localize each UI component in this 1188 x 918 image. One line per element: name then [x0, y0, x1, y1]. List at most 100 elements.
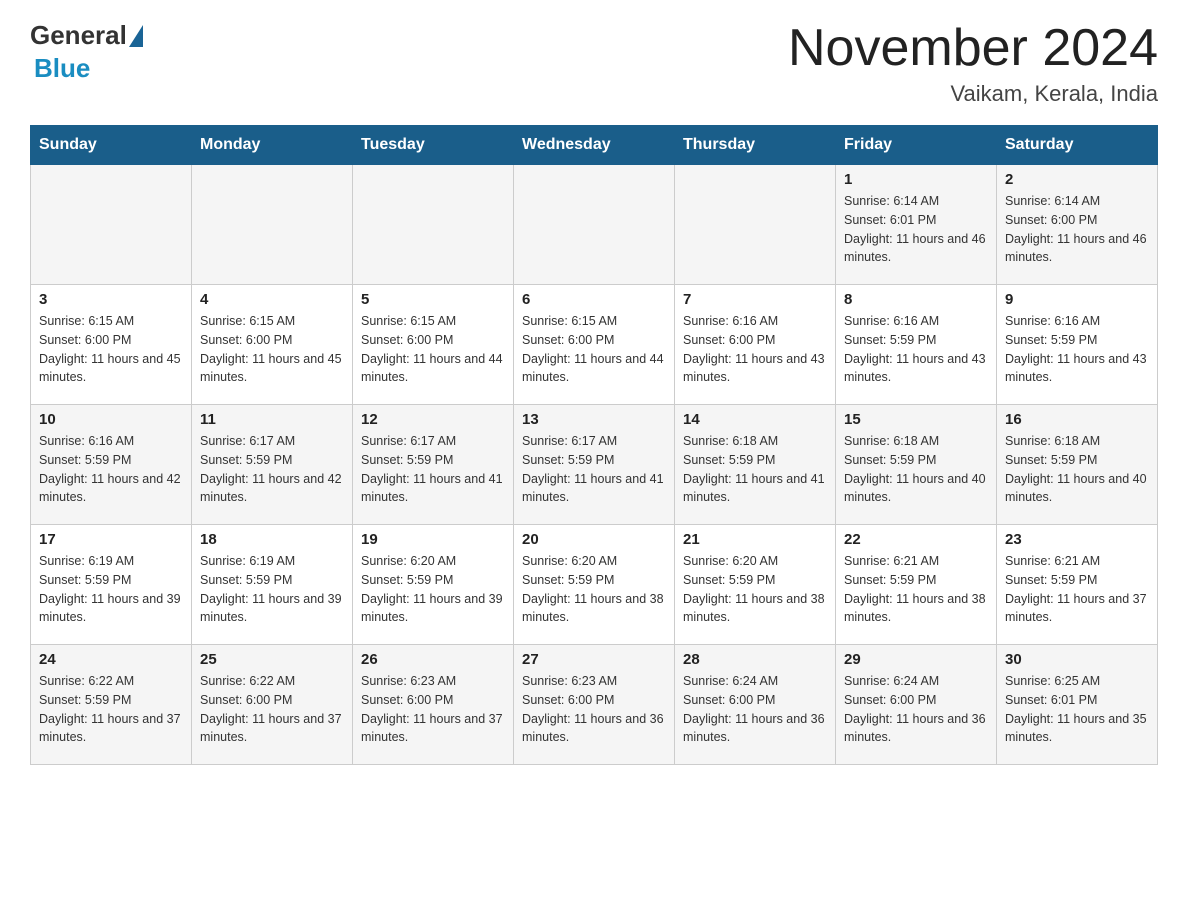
logo-general-text: General: [30, 20, 127, 51]
day-sun-info: Sunrise: 6:17 AMSunset: 5:59 PMDaylight:…: [200, 432, 344, 507]
day-number: 14: [683, 411, 827, 428]
day-sun-info: Sunrise: 6:17 AMSunset: 5:59 PMDaylight:…: [522, 432, 666, 507]
day-sun-info: Sunrise: 6:18 AMSunset: 5:59 PMDaylight:…: [683, 432, 827, 507]
calendar-week-row: 17Sunrise: 6:19 AMSunset: 5:59 PMDayligh…: [31, 525, 1158, 645]
day-number: 22: [844, 531, 988, 548]
day-sun-info: Sunrise: 6:22 AMSunset: 5:59 PMDaylight:…: [39, 672, 183, 747]
day-number: 10: [39, 411, 183, 428]
calendar-header-row: SundayMondayTuesdayWednesdayThursdayFrid…: [31, 126, 1158, 165]
day-number: 12: [361, 411, 505, 428]
day-sun-info: Sunrise: 6:16 AMSunset: 5:59 PMDaylight:…: [844, 312, 988, 387]
day-number: 24: [39, 651, 183, 668]
day-sun-info: Sunrise: 6:20 AMSunset: 5:59 PMDaylight:…: [683, 552, 827, 627]
calendar-day-cell: 21 Sunrise: 6:20 AMSunset: 5:59 PMDayligh…: [675, 525, 836, 645]
day-number: 8: [844, 291, 988, 308]
calendar-day-cell: [675, 165, 836, 285]
day-of-week-header: Thursday: [675, 126, 836, 165]
calendar-day-cell: 12 Sunrise: 6:17 AMSunset: 5:59 PMDayligh…: [353, 405, 514, 525]
calendar-day-cell: 6 Sunrise: 6:15 AMSunset: 6:00 PMDaylight…: [514, 285, 675, 405]
calendar-day-cell: 9 Sunrise: 6:16 AMSunset: 5:59 PMDaylight…: [997, 285, 1158, 405]
day-number: 25: [200, 651, 344, 668]
calendar-day-cell: 10Sunrise: 6:16 AMSunset: 5:59 PMDayligh…: [31, 405, 192, 525]
day-sun-info: Sunrise: 6:18 AMSunset: 5:59 PMDaylight:…: [844, 432, 988, 507]
day-number: 17: [39, 531, 183, 548]
calendar-day-cell: 27 Sunrise: 6:23 AMSunset: 6:00 PMDayligh…: [514, 645, 675, 765]
calendar-day-cell: 13 Sunrise: 6:17 AMSunset: 5:59 PMDayligh…: [514, 405, 675, 525]
day-number: 5: [361, 291, 505, 308]
day-sun-info: Sunrise: 6:14 AMSunset: 6:01 PMDaylight:…: [844, 192, 988, 267]
day-of-week-header: Wednesday: [514, 126, 675, 165]
calendar-day-cell: 4 Sunrise: 6:15 AMSunset: 6:00 PMDaylight…: [192, 285, 353, 405]
day-number: 28: [683, 651, 827, 668]
day-number: 2: [1005, 171, 1149, 188]
day-number: 29: [844, 651, 988, 668]
day-number: 13: [522, 411, 666, 428]
calendar-day-cell: 1 Sunrise: 6:14 AMSunset: 6:01 PMDaylight…: [836, 165, 997, 285]
calendar-day-cell: 19Sunrise: 6:20 AMSunset: 5:59 PMDayligh…: [353, 525, 514, 645]
day-number: 11: [200, 411, 344, 428]
day-of-week-header: Saturday: [997, 126, 1158, 165]
page-header: General Blue November 2024 Vaikam, Keral…: [30, 20, 1158, 107]
day-sun-info: Sunrise: 6:21 AMSunset: 5:59 PMDaylight:…: [844, 552, 988, 627]
calendar-day-cell: 11 Sunrise: 6:17 AMSunset: 5:59 PMDayligh…: [192, 405, 353, 525]
calendar-day-cell: 8 Sunrise: 6:16 AMSunset: 5:59 PMDaylight…: [836, 285, 997, 405]
day-number: 26: [361, 651, 505, 668]
day-of-week-header: Friday: [836, 126, 997, 165]
day-sun-info: Sunrise: 6:23 AMSunset: 6:00 PMDaylight:…: [361, 672, 505, 747]
day-number: 15: [844, 411, 988, 428]
calendar-day-cell: 2Sunrise: 6:14 AMSunset: 6:00 PMDaylight…: [997, 165, 1158, 285]
day-of-week-header: Monday: [192, 126, 353, 165]
calendar-day-cell: [514, 165, 675, 285]
calendar-day-cell: 7 Sunrise: 6:16 AMSunset: 6:00 PMDaylight…: [675, 285, 836, 405]
day-sun-info: Sunrise: 6:23 AMSunset: 6:00 PMDaylight:…: [522, 672, 666, 747]
calendar-title: November 2024: [788, 20, 1158, 77]
day-number: 20: [522, 531, 666, 548]
calendar-day-cell: 22 Sunrise: 6:21 AMSunset: 5:59 PMDayligh…: [836, 525, 997, 645]
day-number: 23: [1005, 531, 1149, 548]
day-number: 6: [522, 291, 666, 308]
title-area: November 2024 Vaikam, Kerala, India: [788, 20, 1158, 107]
calendar-day-cell: 17Sunrise: 6:19 AMSunset: 5:59 PMDayligh…: [31, 525, 192, 645]
day-number: 27: [522, 651, 666, 668]
calendar-day-cell: 18Sunrise: 6:19 AMSunset: 5:59 PMDayligh…: [192, 525, 353, 645]
day-number: 7: [683, 291, 827, 308]
day-sun-info: Sunrise: 6:24 AMSunset: 6:00 PMDaylight:…: [844, 672, 988, 747]
calendar-day-cell: 20 Sunrise: 6:20 AMSunset: 5:59 PMDayligh…: [514, 525, 675, 645]
day-number: 1: [844, 171, 988, 188]
day-sun-info: Sunrise: 6:15 AMSunset: 6:00 PMDaylight:…: [200, 312, 344, 387]
day-sun-info: Sunrise: 6:16 AMSunset: 6:00 PMDaylight:…: [683, 312, 827, 387]
calendar-day-cell: 3 Sunrise: 6:15 AMSunset: 6:00 PMDaylight…: [31, 285, 192, 405]
day-number: 16: [1005, 411, 1149, 428]
day-sun-info: Sunrise: 6:20 AMSunset: 5:59 PMDaylight:…: [361, 552, 505, 627]
day-of-week-header: Sunday: [31, 126, 192, 165]
calendar-day-cell: 23Sunrise: 6:21 AMSunset: 5:59 PMDayligh…: [997, 525, 1158, 645]
day-number: 21: [683, 531, 827, 548]
day-sun-info: Sunrise: 6:16 AMSunset: 5:59 PMDaylight:…: [1005, 312, 1149, 387]
logo-triangle-icon: [129, 25, 143, 47]
calendar-day-cell: 14 Sunrise: 6:18 AMSunset: 5:59 PMDayligh…: [675, 405, 836, 525]
day-sun-info: Sunrise: 6:17 AMSunset: 5:59 PMDaylight:…: [361, 432, 505, 507]
calendar-day-cell: 25 Sunrise: 6:22 AMSunset: 6:00 PMDayligh…: [192, 645, 353, 765]
day-sun-info: Sunrise: 6:20 AMSunset: 5:59 PMDaylight:…: [522, 552, 666, 627]
calendar-day-cell: 30Sunrise: 6:25 AMSunset: 6:01 PMDayligh…: [997, 645, 1158, 765]
calendar-day-cell: 26 Sunrise: 6:23 AMSunset: 6:00 PMDayligh…: [353, 645, 514, 765]
day-sun-info: Sunrise: 6:18 AMSunset: 5:59 PMDaylight:…: [1005, 432, 1149, 507]
day-sun-info: Sunrise: 6:24 AMSunset: 6:00 PMDaylight:…: [683, 672, 827, 747]
day-of-week-header: Tuesday: [353, 126, 514, 165]
calendar-day-cell: 28 Sunrise: 6:24 AMSunset: 6:00 PMDayligh…: [675, 645, 836, 765]
calendar-day-cell: 16 Sunrise: 6:18 AMSunset: 5:59 PMDayligh…: [997, 405, 1158, 525]
calendar-day-cell: 5 Sunrise: 6:15 AMSunset: 6:00 PMDaylight…: [353, 285, 514, 405]
day-sun-info: Sunrise: 6:15 AMSunset: 6:00 PMDaylight:…: [39, 312, 183, 387]
calendar-day-cell: 24 Sunrise: 6:22 AMSunset: 5:59 PMDayligh…: [31, 645, 192, 765]
calendar-day-cell: 15 Sunrise: 6:18 AMSunset: 5:59 PMDayligh…: [836, 405, 997, 525]
logo-blue-text: Blue: [30, 53, 90, 84]
day-number: 18: [200, 531, 344, 548]
calendar-day-cell: 29 Sunrise: 6:24 AMSunset: 6:00 PMDayligh…: [836, 645, 997, 765]
day-number: 4: [200, 291, 344, 308]
day-sun-info: Sunrise: 6:22 AMSunset: 6:00 PMDaylight:…: [200, 672, 344, 747]
day-sun-info: Sunrise: 6:15 AMSunset: 6:00 PMDaylight:…: [522, 312, 666, 387]
day-sun-info: Sunrise: 6:15 AMSunset: 6:00 PMDaylight:…: [361, 312, 505, 387]
calendar-week-row: 10Sunrise: 6:16 AMSunset: 5:59 PMDayligh…: [31, 405, 1158, 525]
day-number: 9: [1005, 291, 1149, 308]
day-number: 3: [39, 291, 183, 308]
